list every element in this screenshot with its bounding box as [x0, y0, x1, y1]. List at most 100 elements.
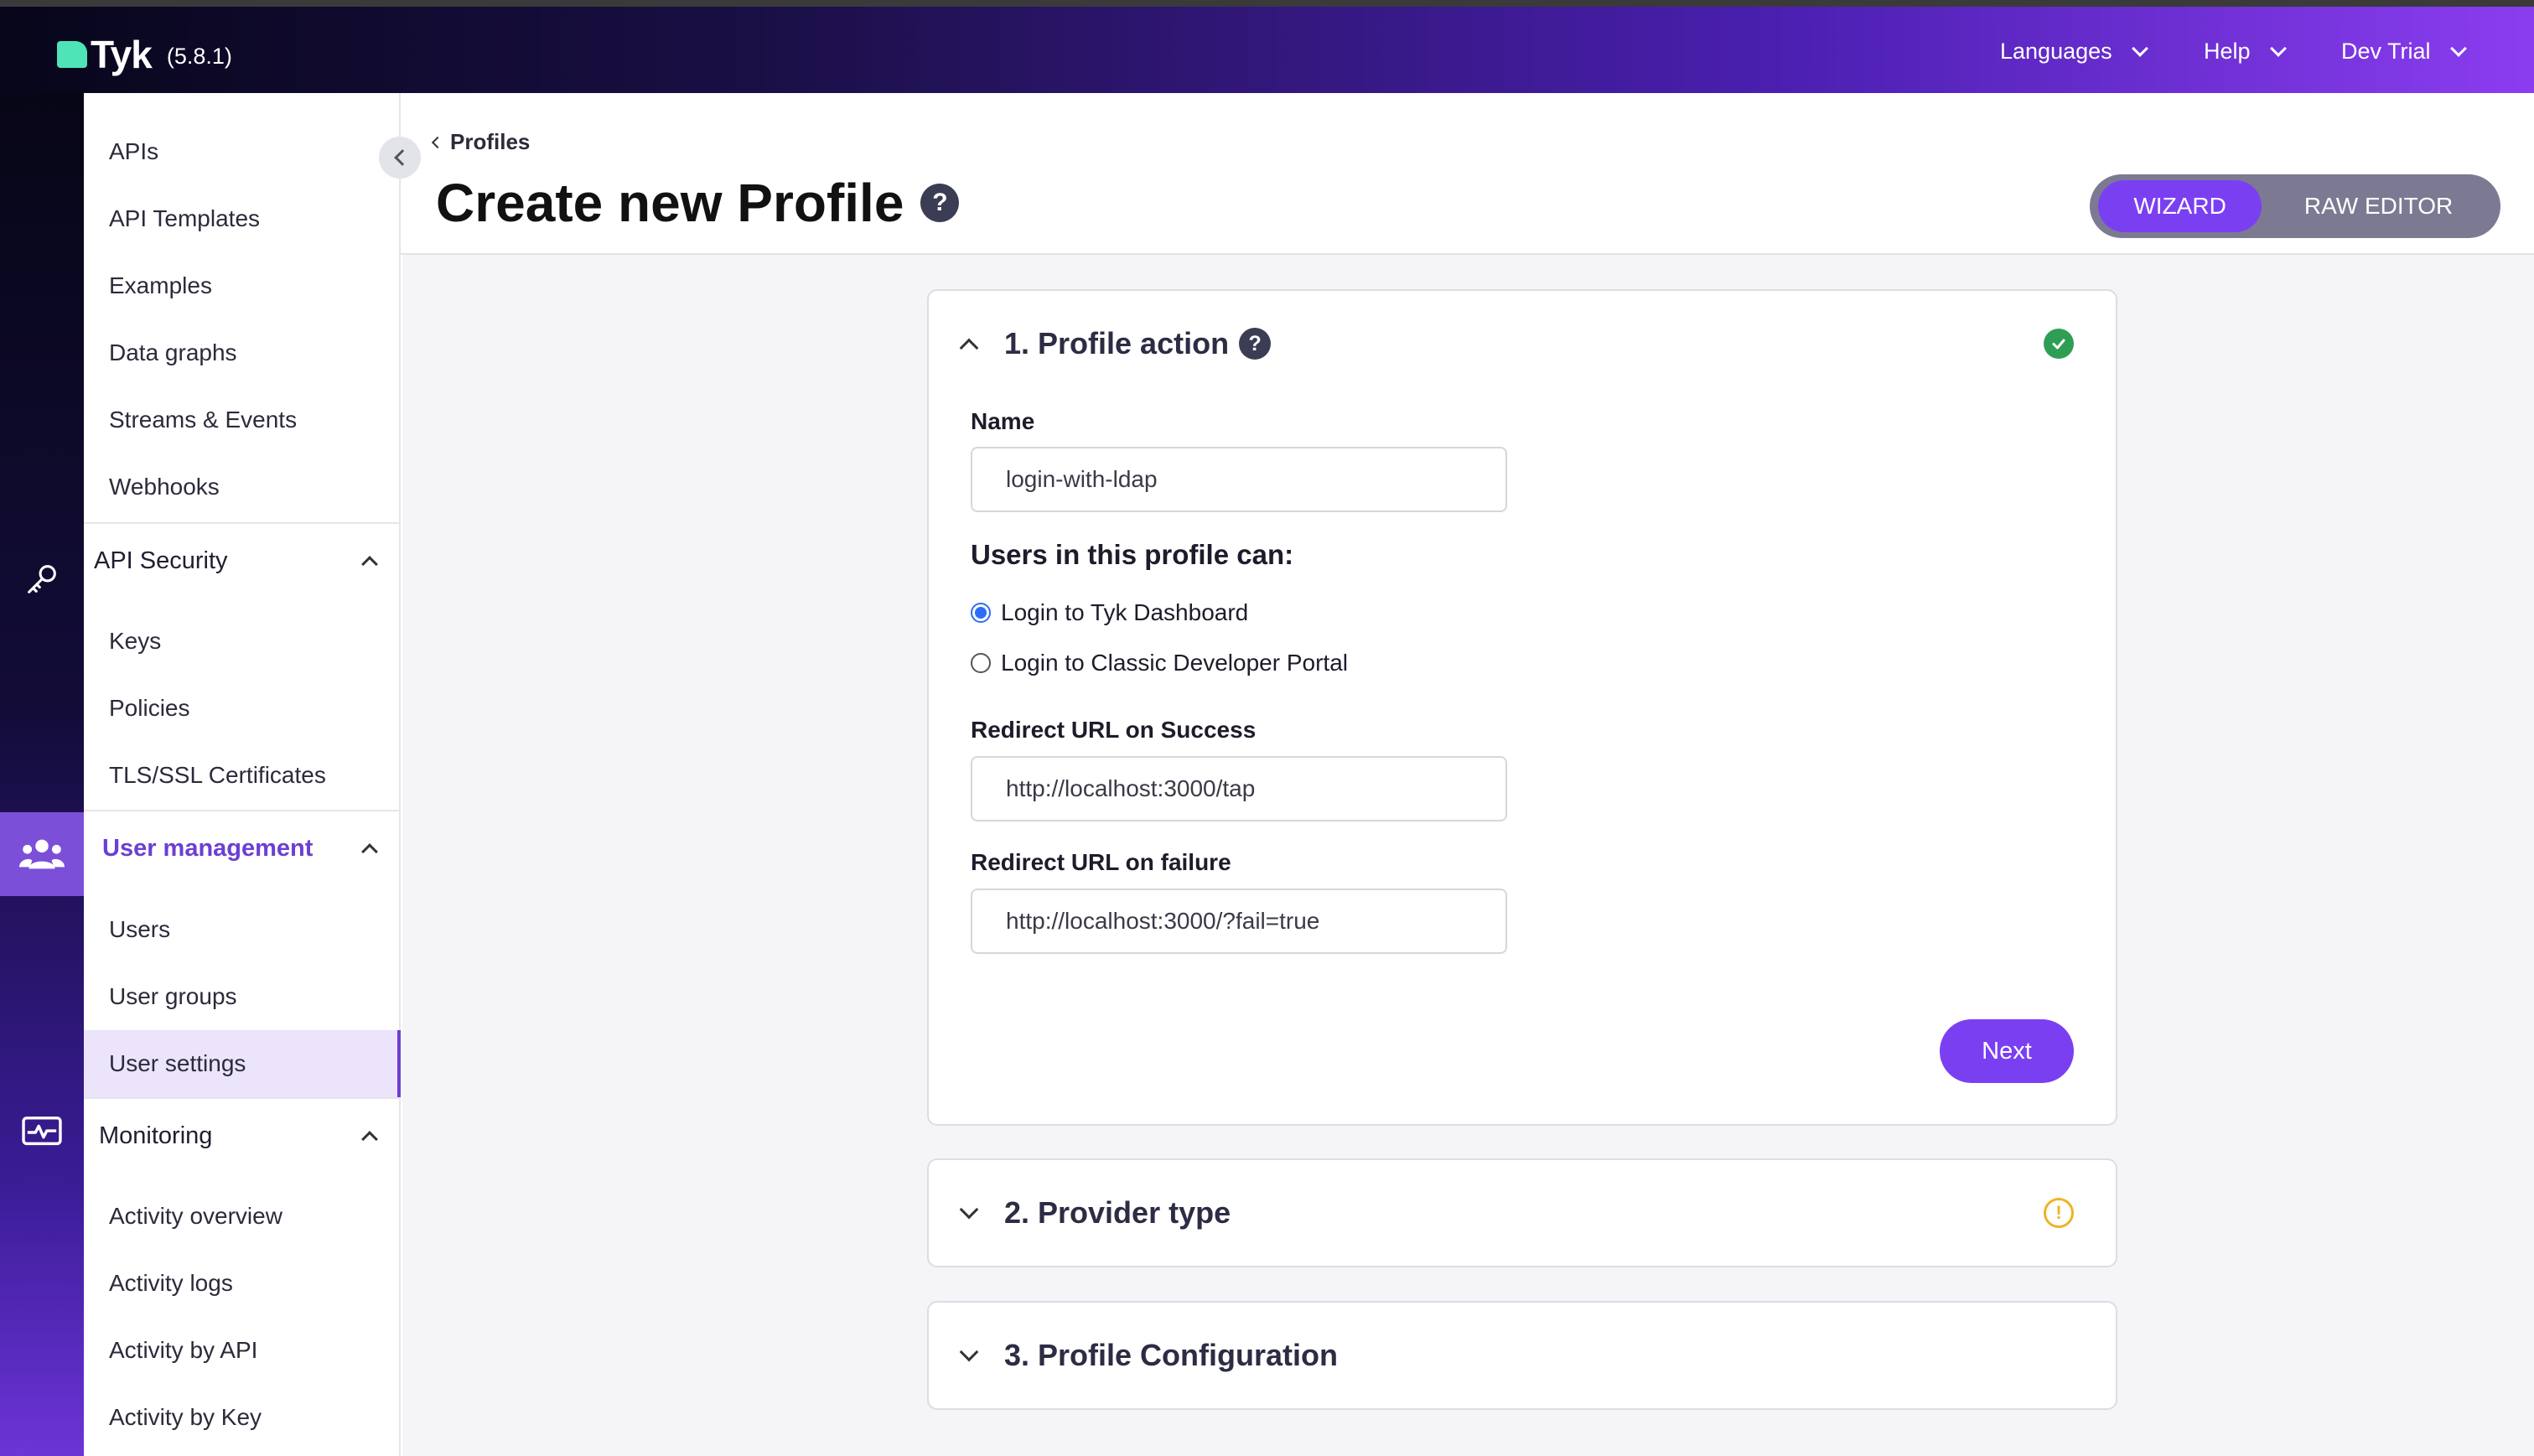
version-label: (5.8.1): [166, 43, 232, 69]
name-label: Name: [971, 408, 1035, 434]
icon-rail: [0, 93, 84, 1456]
step-profile-action-card: 1. Profile action ? Name Users in this p…: [927, 289, 2117, 1126]
breadcrumb[interactable]: Profiles: [431, 129, 531, 155]
chevron-up-icon: [361, 843, 378, 860]
help-label: Help: [2204, 39, 2251, 64]
success-url-input[interactable]: [971, 756, 1507, 821]
tyk-logo[interactable]: Tyk (5.8.1): [57, 32, 232, 77]
step-provider-type-card: 2. Provider type !: [927, 1158, 2117, 1267]
sidebar-item-activity-logs[interactable]: Activity logs: [84, 1250, 401, 1317]
sidebar-item-users[interactable]: Users: [84, 896, 401, 963]
languages-menu[interactable]: Languages: [2000, 39, 2148, 65]
account-menu[interactable]: Dev Trial: [2341, 39, 2467, 65]
tyk-logo-mark: [57, 41, 87, 68]
sidebar-item-activity-by-key[interactable]: Activity by Key: [84, 1384, 401, 1451]
rail-user-management[interactable]: [0, 812, 84, 896]
wizard-tab[interactable]: WIZARD: [2098, 180, 2262, 232]
sidebar-item-examples[interactable]: Examples: [84, 252, 401, 319]
languages-label: Languages: [2000, 39, 2112, 64]
sidebar-item-label: Activity by Key: [109, 1404, 262, 1430]
sidebar-item-label: API Templates: [109, 205, 261, 231]
users-icon: [19, 839, 65, 869]
sidebar-item-keys[interactable]: Keys: [84, 608, 401, 675]
step-profile-configuration-card: 3. Profile Configuration: [927, 1301, 2117, 1410]
sidebar-item-label: Keys: [109, 628, 162, 654]
sidebar-item-activity-overview[interactable]: Activity overview: [84, 1183, 401, 1250]
sidebar-item-label: Webhooks: [109, 474, 220, 500]
section-label: User management: [102, 834, 314, 862]
next-button[interactable]: Next: [1940, 1019, 2074, 1083]
sidebar-item-streams-events[interactable]: Streams & Events: [84, 386, 401, 453]
chevron-down-icon: [2449, 39, 2467, 57]
check-circle-icon: [2044, 329, 2074, 359]
section-label: API Security: [94, 547, 228, 574]
radio-checked[interactable]: [971, 603, 991, 623]
login-dashboard-option[interactable]: Login to Tyk Dashboard: [971, 599, 1248, 626]
sidebar-item-label: User groups: [109, 983, 237, 1009]
header-divider: [401, 253, 2534, 255]
sidebar-item-tls-certificates[interactable]: TLS/SSL Certificates: [84, 742, 401, 809]
page-title: Create new Profile: [436, 173, 904, 233]
failure-url-label: Redirect URL on failure: [971, 849, 1231, 875]
step-title: 2. Provider type: [1004, 1195, 1231, 1230]
chevron-down-icon: [959, 1200, 979, 1220]
sidebar-item-apis[interactable]: APIs: [84, 118, 401, 185]
key-icon: [28, 565, 56, 593]
warning-circle-icon: !: [2044, 1198, 2074, 1228]
account-label: Dev Trial: [2341, 39, 2431, 64]
sidebar-item-label: Data graphs: [109, 339, 237, 365]
chevron-left-icon: [431, 136, 444, 148]
chevron-down-icon: [959, 1342, 979, 1362]
help-icon[interactable]: ?: [1239, 328, 1272, 360]
sidebar-item-policies[interactable]: Policies: [84, 675, 401, 742]
sidebar-collapse-button[interactable]: [379, 137, 421, 179]
rail-api-security[interactable]: [0, 537, 84, 621]
sidebar-section-api-security[interactable]: API Security: [84, 522, 401, 598]
sidebar-item-user-groups[interactable]: User groups: [84, 963, 401, 1030]
success-url-label: Redirect URL on Success: [971, 717, 1257, 743]
sidebar-item-label: TLS/SSL Certificates: [109, 762, 326, 788]
sidebar-section-monitoring[interactable]: Monitoring: [84, 1097, 401, 1173]
help-menu[interactable]: Help: [2204, 39, 2287, 65]
sidebar-item-api-templates[interactable]: API Templates: [84, 185, 401, 252]
sidebar-item-data-graphs[interactable]: Data graphs: [84, 319, 401, 386]
page-title-row: Create new Profile ?: [436, 172, 960, 234]
profile-name-input[interactable]: [971, 447, 1507, 512]
chevron-up-icon: [361, 1131, 378, 1148]
step-title: 3. Profile Configuration: [1004, 1338, 1339, 1372]
chevron-up-icon: [361, 556, 378, 573]
sidebar-item-label: Activity by API: [109, 1337, 258, 1363]
sidebar-item-label: Activity overview: [109, 1203, 282, 1229]
breadcrumb-link: Profiles: [450, 129, 531, 154]
step-title: 1. Profile action: [1004, 326, 1230, 360]
step-header[interactable]: 3. Profile Configuration: [959, 1338, 1339, 1373]
radio-unchecked[interactable]: [971, 653, 991, 673]
sidebar-item-label: Users: [109, 916, 171, 942]
editor-mode-toggle: WIZARD RAW EDITOR: [2090, 174, 2500, 238]
chevron-left-icon: [394, 149, 411, 166]
chevron-down-icon: [2131, 39, 2148, 57]
sidebar: APIs API Templates Examples Data graphs …: [84, 93, 401, 1456]
login-portal-option[interactable]: Login to Classic Developer Portal: [971, 650, 1348, 676]
raw-editor-tab[interactable]: RAW EDITOR: [2262, 180, 2495, 232]
step-header[interactable]: 1. Profile action ?: [959, 326, 1272, 361]
users-permissions-heading: Users in this profile can:: [971, 539, 1294, 570]
sidebar-item-label: Activity logs: [109, 1270, 233, 1296]
sidebar-item-activity-by-api[interactable]: Activity by API: [84, 1317, 401, 1384]
sidebar-section-user-management[interactable]: User management: [84, 810, 401, 885]
sidebar-item-label: User settings: [109, 1050, 246, 1076]
section-label: Monitoring: [99, 1122, 213, 1149]
option-label: Login to Tyk Dashboard: [1001, 599, 1249, 625]
rail-monitoring[interactable]: [0, 1091, 84, 1174]
failure-url-input[interactable]: [971, 889, 1507, 954]
sidebar-item-user-settings[interactable]: User settings: [84, 1030, 401, 1097]
sidebar-item-webhooks[interactable]: Webhooks: [84, 453, 401, 521]
sidebar-item-label: Examples: [109, 272, 212, 298]
sidebar-item-label: Policies: [109, 695, 190, 721]
top-bar: Tyk (5.8.1) Languages Help Dev Trial: [0, 0, 2534, 93]
sidebar-item-label: APIs: [109, 138, 159, 164]
chevron-down-icon: [2269, 39, 2287, 57]
help-icon[interactable]: ?: [920, 184, 960, 222]
step-header[interactable]: 2. Provider type: [959, 1195, 1231, 1231]
chevron-up-icon: [959, 338, 979, 358]
